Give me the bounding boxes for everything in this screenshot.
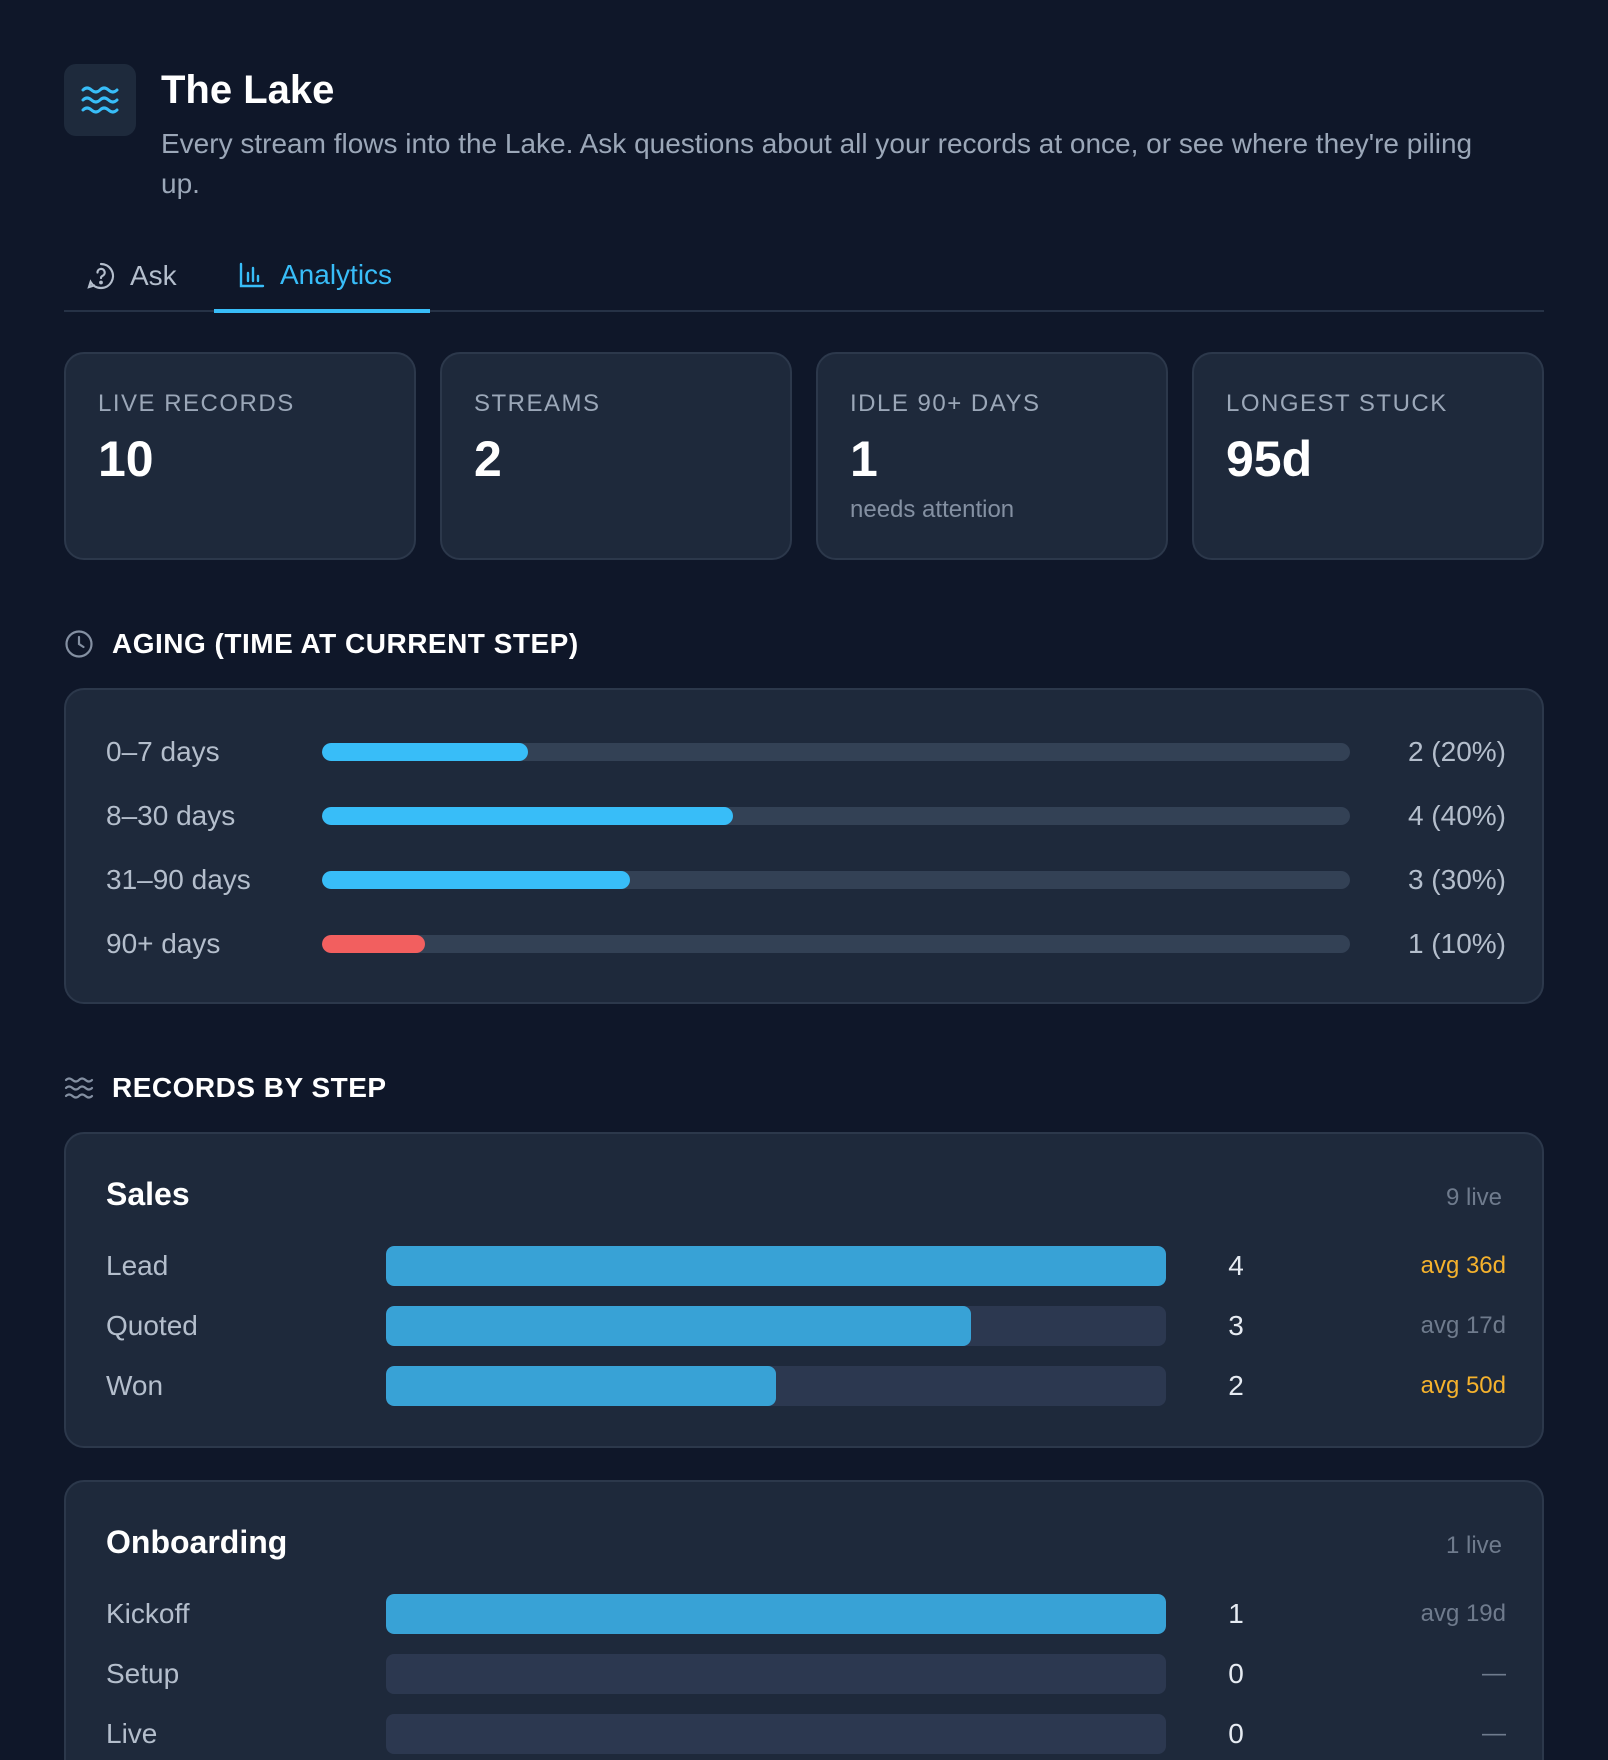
aging-row: 0–7 days 2 (20%): [106, 732, 1506, 772]
step-avg: avg 36d: [1420, 1252, 1506, 1279]
aging-bar-fill: [322, 743, 528, 761]
step-bar-track: [386, 1306, 1166, 1346]
aging-bar-fill: [322, 807, 734, 825]
aging-bar-track: [322, 871, 1350, 889]
aging-bar-fill: [322, 935, 425, 953]
aging-bar-track: [322, 743, 1350, 761]
tab-ask-label: Ask: [130, 260, 177, 291]
step-label: Won: [106, 1370, 164, 1401]
step-bar-track: [386, 1246, 1166, 1286]
waves-icon: [64, 1077, 94, 1099]
aging-label: 90+ days: [106, 928, 221, 959]
step-label: Lead: [106, 1250, 169, 1281]
step-count: 4: [1228, 1250, 1244, 1281]
aging-title: AGING (TIME AT CURRENT STEP): [112, 628, 579, 659]
aging-label: 0–7 days: [106, 736, 220, 767]
aging-count: 1 (10%): [1407, 928, 1506, 959]
page-subtitle: Every stream flows into the Lake. Ask qu…: [161, 128, 1473, 199]
step-avg: avg 17d: [1420, 1312, 1506, 1339]
aging-section-title: AGING (TIME AT CURRENT STEP): [64, 624, 579, 664]
stat-value: 95d: [1226, 431, 1313, 487]
step-row: Kickoff 1 avg 19d: [106, 1594, 1506, 1634]
aging-row: 31–90 days 3 (30%): [106, 860, 1506, 900]
stream-panel-onboarding: Onboarding 1 live Kickoff 1 avg 19d Setu…: [64, 1480, 1544, 1760]
tab-analytics[interactable]: Analytics: [214, 240, 430, 313]
aging-panel: 0–7 days 2 (20%) 8–30 days 4 (40%) 31–90…: [64, 688, 1544, 1004]
step-count: 0: [1228, 1718, 1244, 1749]
stream-live-count: 1 live: [1445, 1532, 1502, 1559]
step-count: 3: [1228, 1310, 1244, 1341]
stat-label: LONGEST STUCK: [1226, 390, 1448, 417]
step-row: Live 0 —: [106, 1714, 1506, 1754]
step-bar-track: [386, 1654, 1166, 1694]
page-header: The Lake Every stream flows into the Lak…: [64, 64, 1544, 204]
step-bar-fill: [386, 1366, 776, 1406]
step-avg: avg 50d: [1420, 1372, 1506, 1399]
step-bar-fill: [386, 1246, 1166, 1286]
step-label: Live: [106, 1718, 158, 1749]
stat-value: 10: [98, 431, 154, 487]
aging-label: 31–90 days: [106, 864, 251, 895]
step-bar-track: [386, 1714, 1166, 1754]
stream-name: Sales: [106, 1176, 190, 1212]
question-circle-icon: [87, 262, 115, 290]
aging-count: 2 (20%): [1407, 736, 1506, 767]
aging-bar-track: [322, 935, 1350, 953]
records-by-step-section-title: RECORDS BY STEP: [64, 1068, 387, 1108]
stat-card-streams: STREAMS 2: [440, 352, 792, 560]
step-bar-fill: [386, 1306, 971, 1346]
step-label: Quoted: [106, 1310, 198, 1341]
step-label: Kickoff: [106, 1598, 190, 1629]
records-by-step-title: RECORDS BY STEP: [112, 1072, 387, 1103]
clock-icon: [65, 630, 93, 658]
step-avg: —: [1482, 1660, 1506, 1687]
aging-bar-fill: [322, 871, 631, 889]
stat-card-live-records: LIVE RECORDS 10: [64, 352, 416, 560]
stream-panel-sales: Sales 9 live Lead 4 avg 36d Quoted 3 avg…: [64, 1132, 1544, 1448]
step-label: Setup: [106, 1658, 180, 1689]
aging-label: 8–30 days: [106, 800, 236, 831]
step-count: 2: [1228, 1370, 1244, 1401]
aging-count: 3 (30%): [1407, 864, 1506, 895]
step-bar-track: [386, 1366, 1166, 1406]
tab-bar: Ask Analytics: [64, 240, 1544, 313]
stream-name: Onboarding: [106, 1524, 288, 1560]
step-row: Lead 4 avg 36d: [106, 1246, 1506, 1286]
tab-ask[interactable]: Ask: [86, 240, 177, 312]
step-count: 0: [1228, 1658, 1244, 1689]
aging-row: 8–30 days 4 (40%): [106, 796, 1506, 836]
stat-label: LIVE RECORDS: [98, 390, 295, 417]
step-avg: avg 19d: [1420, 1600, 1506, 1627]
step-row: Quoted 3 avg 17d: [106, 1306, 1506, 1346]
stat-value: 2: [474, 431, 502, 487]
step-row: Won 2 avg 50d: [106, 1366, 1506, 1406]
step-bar-fill: [386, 1594, 1166, 1634]
stat-sub: needs attention: [850, 496, 1015, 523]
step-count: 1: [1228, 1598, 1244, 1629]
bar-chart-icon: [239, 262, 265, 287]
step-bar-track: [386, 1594, 1166, 1634]
aging-row: 90+ days 1 (10%): [106, 924, 1506, 964]
stat-label: IDLE 90+ DAYS: [850, 390, 1041, 417]
stat-label: STREAMS: [474, 390, 601, 417]
waves-icon: [64, 64, 136, 136]
aging-bar-track: [322, 807, 1350, 825]
step-avg: —: [1482, 1720, 1506, 1747]
stat-value: 1: [850, 431, 878, 487]
stat-card-idle: IDLE 90+ DAYS 1 needs attention: [816, 352, 1168, 560]
aging-count: 4 (40%): [1407, 800, 1506, 831]
stat-card-longest-stuck: LONGEST STUCK 95d: [1192, 352, 1544, 560]
tab-analytics-label: Analytics: [280, 258, 393, 290]
stream-live-count: 9 live: [1445, 1184, 1502, 1211]
step-row: Setup 0 —: [106, 1654, 1506, 1694]
page-title: The Lake: [161, 68, 335, 112]
